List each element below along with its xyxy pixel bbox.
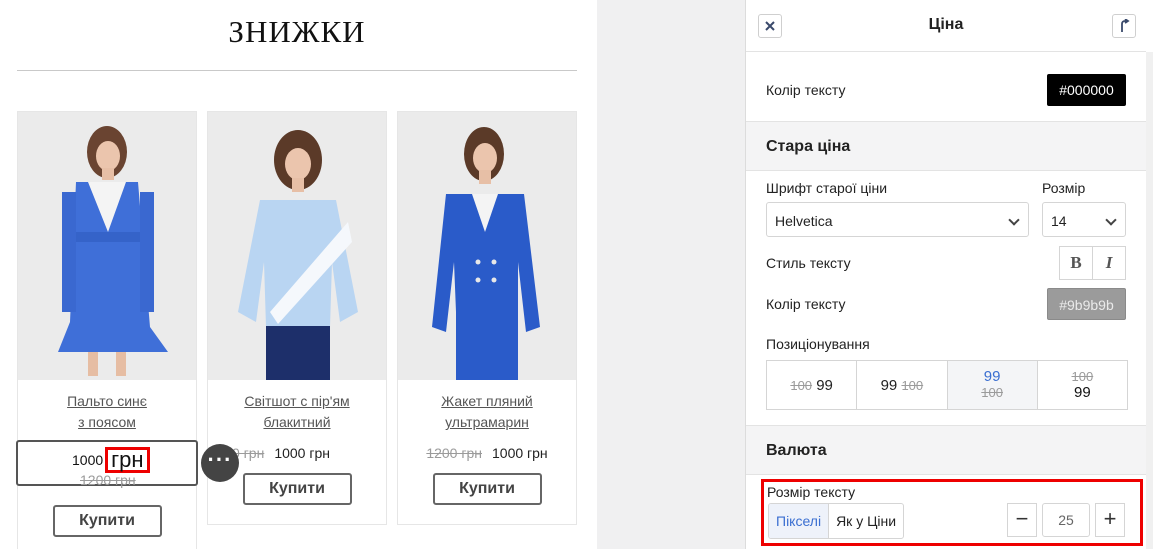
buy-button[interactable]: Купити — [242, 473, 352, 505]
positioning-options: 100 99 99 100 99 100 100 99 — [766, 360, 1128, 410]
buy-button[interactable]: Купити — [52, 505, 162, 537]
old-color-swatch[interactable]: #9b9b9b — [1047, 288, 1126, 320]
text-size-label: Розмір тексту — [767, 484, 856, 500]
size-value-field[interactable]: 25 — [1042, 503, 1090, 537]
chevron-down-icon — [1008, 214, 1020, 226]
unit-same-as-price-option[interactable]: Як у Ціни — [829, 504, 903, 538]
text-style-label: Стиль тексту — [766, 255, 851, 271]
more-dots-icon[interactable]: ··· — [201, 444, 239, 482]
old-font-select[interactable]: Helvetica — [766, 202, 1029, 237]
price: 1000 грн — [274, 445, 330, 461]
heading-divider — [17, 70, 577, 71]
position-option-old-right[interactable]: 99 100 — [857, 361, 948, 409]
product-image[interactable] — [208, 112, 386, 380]
old-price-section: Стара ціна — [746, 121, 1146, 171]
product-image[interactable] — [18, 112, 196, 380]
chevron-down-icon — [1105, 214, 1117, 226]
product-name-link[interactable]: Світшот с пір'ям блакитний — [208, 391, 386, 433]
panel-title: Ціна — [928, 16, 964, 33]
size-label: Розмір — [1042, 180, 1086, 196]
pin-arrow-icon[interactable] — [1112, 14, 1136, 38]
section-heading: ЗНИЖКИ — [228, 14, 366, 49]
position-option-old-above[interactable]: 100 99 — [1038, 361, 1127, 409]
currency-section: Валюта — [746, 425, 1146, 475]
old-font-label: Шрифт старої ціни — [766, 180, 888, 196]
product-image[interactable] — [398, 112, 576, 380]
buy-button[interactable]: Купити — [432, 473, 542, 505]
old-size-select[interactable]: 14 — [1042, 202, 1126, 237]
position-option-old-left[interactable]: 100 99 — [767, 361, 858, 409]
position-option-old-below[interactable]: 99 100 — [947, 361, 1038, 409]
panel-header: Ціна — [746, 0, 1146, 52]
product-name-link[interactable]: Жакет пляний ультрамарин — [398, 391, 576, 433]
canvas-gap — [597, 0, 745, 549]
old-color-label: Колір тексту — [766, 296, 846, 312]
size-unit-toggle: Пікселі Як у Ціни — [768, 503, 905, 539]
decrease-size-button[interactable]: − — [1007, 503, 1037, 537]
positioning-label: Позиціонування — [766, 336, 870, 352]
selected-price-block[interactable]: 1000 грн 1200 грн — [16, 440, 198, 488]
product-card: Жакет пляний ультрамарин 1200 грн 1000 гр… — [397, 111, 577, 525]
price: 1000 грн — [492, 445, 548, 461]
store-preview: ЗНИЖКИ Пальто синє з поясом Купити Світш… — [0, 0, 597, 549]
selected-currency[interactable]: грн — [105, 447, 150, 473]
increase-size-button[interactable]: + — [1095, 503, 1125, 537]
italic-button[interactable]: I — [1092, 246, 1126, 280]
product-name-link[interactable]: Пальто синє з поясом — [18, 391, 196, 433]
bold-button[interactable]: B — [1059, 246, 1093, 280]
text-color-swatch[interactable]: #000000 — [1047, 74, 1126, 106]
text-color-label: Колір тексту — [766, 82, 846, 98]
selected-old-price: 1200 грн — [80, 472, 136, 488]
unit-pixels-option[interactable]: Пікселі — [769, 504, 830, 538]
settings-panel: Ціна Колір тексту #000000 Стара ціна Шри… — [745, 0, 1153, 549]
selected-price-amount: 1000 — [72, 452, 104, 468]
old-price: 1200 грн — [426, 445, 482, 461]
panel-scrollbar[interactable] — [1146, 52, 1153, 549]
